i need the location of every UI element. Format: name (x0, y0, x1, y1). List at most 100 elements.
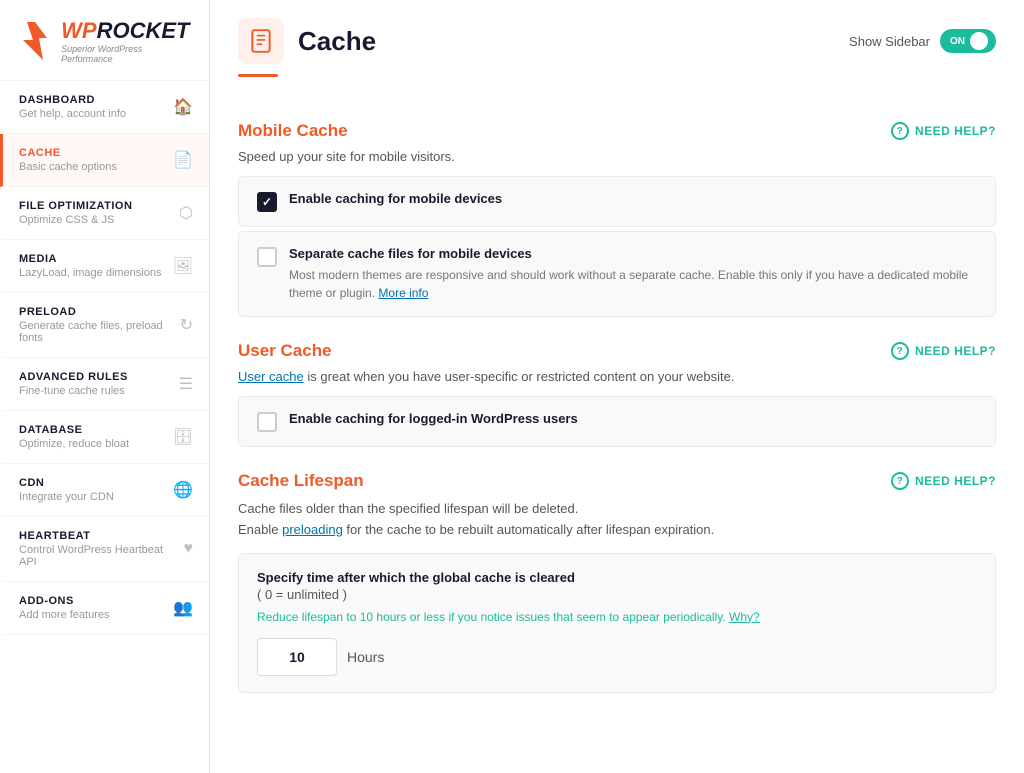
lifespan-box: Specify time after which the global cach… (238, 553, 996, 693)
nav-items: DASHBOARD Get help, account info 🏠 CACHE… (0, 81, 209, 635)
mobile-cache-title: Mobile Cache (238, 121, 348, 141)
mobile-cache-option1-row: ✓ Enable caching for mobile devices (257, 191, 977, 212)
nav-icon-cdn: 🌐 (173, 480, 193, 500)
nav-item-content: CACHE Basic cache options (19, 147, 117, 173)
user-cache-header: User Cache ? NEED HELP? (238, 341, 996, 361)
nav-item-sub: Control WordPress Heartbeat API (19, 544, 176, 568)
nav-item-title: MEDIA (19, 253, 161, 265)
sidebar-item-cache[interactable]: CACHE Basic cache options 📄 (0, 134, 209, 187)
nav-item-sub: Optimize CSS & JS (19, 214, 132, 226)
logged-in-label: Enable caching for logged-in WordPress u… (289, 411, 578, 426)
nav-item-sub: Fine-tune cache rules (19, 385, 128, 397)
logo-tagline: Superior WordPress Performance (61, 44, 193, 64)
lifespan-specify-label: Specify time after which the global cach… (257, 570, 977, 585)
lifespan-desc-line2-prefix: Enable (238, 522, 282, 537)
sidebar-item-add-ons[interactable]: ADD-ONS Add more features 👥 (0, 582, 209, 635)
page-header: Cache Show Sidebar ON (210, 0, 1024, 64)
lifespan-value-input[interactable] (257, 638, 337, 676)
sidebar-item-media[interactable]: MEDIA LazyLoad, image dimensions 🖼 (0, 240, 209, 293)
logo-wp: WP (61, 18, 96, 44)
nav-item-sub: Integrate your CDN (19, 491, 114, 503)
lifespan-unlimited-label: ( 0 = unlimited ) (257, 587, 977, 602)
lifespan-desc-line2-suffix: for the cache to be rebuilt automaticall… (343, 522, 714, 537)
nav-item-sub: Get help, account info (19, 108, 126, 120)
user-cache-link[interactable]: User cache (238, 369, 304, 384)
cache-header-icon (238, 18, 284, 64)
logged-in-checkbox[interactable] (257, 412, 277, 432)
toggle-circle (970, 32, 988, 50)
content-wrap: Cache Show Sidebar ON Mobile Cache ? (210, 0, 1024, 773)
lifespan-desc: Cache files older than the specified lif… (238, 499, 996, 541)
nav-icon-preload: ↻ (180, 315, 193, 335)
cache-lifespan-title: Cache Lifespan (238, 471, 364, 491)
nav-icon-advanced-rules: ☰ (179, 374, 193, 394)
nav-item-title: DASHBOARD (19, 94, 126, 106)
user-help-icon: ? (891, 342, 909, 360)
nav-item-title: DATABASE (19, 424, 129, 436)
sidebar-item-advanced-rules[interactable]: ADVANCED RULES Fine-tune cache rules ☰ (0, 358, 209, 411)
nav-item-title: HEARTBEAT (19, 530, 176, 542)
nav-item-sub: Generate cache files, preload fonts (19, 320, 172, 344)
preloading-link[interactable]: preloading (282, 522, 343, 537)
need-help-label: NEED HELP? (915, 124, 996, 138)
nav-item-title: ADVANCED RULES (19, 371, 128, 383)
nav-item-content: CDN Integrate your CDN (19, 477, 114, 503)
nav-item-sub: LazyLoad, image dimensions (19, 267, 161, 279)
checkmark-icon: ✓ (262, 195, 272, 209)
nav-icon-add-ons: 👥 (173, 598, 193, 618)
user-cache-option1-box: Enable caching for logged-in WordPress u… (238, 396, 996, 447)
nav-item-sub: Add more features (19, 609, 110, 621)
sidebar-item-heartbeat[interactable]: HEARTBEAT Control WordPress Heartbeat AP… (0, 517, 209, 582)
lifespan-unit: Hours (347, 649, 384, 665)
sidebar-item-dashboard[interactable]: DASHBOARD Get help, account info 🏠 (0, 81, 209, 134)
page-title: Cache (298, 26, 376, 57)
nav-item-title: PRELOAD (19, 306, 172, 318)
sidebar-item-cdn[interactable]: CDN Integrate your CDN 🌐 (0, 464, 209, 517)
nav-item-title: CDN (19, 477, 114, 489)
cache-lifespan-header: Cache Lifespan ? NEED HELP? (238, 471, 996, 491)
user-cache-title: User Cache (238, 341, 332, 361)
lifespan-warning: Reduce lifespan to 10 hours or less if y… (257, 610, 977, 624)
mobile-cache-option2-row: Separate cache files for mobile devices … (257, 246, 977, 302)
logo-text: WP ROCKET Superior WordPress Performance (61, 18, 193, 64)
user-help-label: NEED HELP? (915, 344, 996, 358)
lifespan-warning-text: Reduce lifespan to 10 hours or less if y… (257, 610, 726, 624)
nav-item-title: ADD-ONS (19, 595, 110, 607)
separate-cache-checkbox[interactable] (257, 247, 277, 267)
why-link[interactable]: Why? (729, 610, 760, 624)
nav-icon-dashboard: 🏠 (173, 97, 193, 117)
nav-item-content: ADVANCED RULES Fine-tune cache rules (19, 371, 128, 397)
user-cache-desc-suffix: is great when you have user-specific or … (304, 369, 735, 384)
mobile-cache-need-help[interactable]: ? NEED HELP? (891, 122, 996, 140)
sidebar-item-file-optimization[interactable]: FILE OPTIMIZATION Optimize CSS & JS ⬡ (0, 187, 209, 240)
nav-item-sub: Basic cache options (19, 161, 117, 173)
mobile-cache-desc: Speed up your site for mobile visitors. (238, 149, 996, 164)
sidebar-item-database[interactable]: DATABASE Optimize, reduce bloat 🗄 (0, 411, 209, 464)
sidebar-item-preload[interactable]: PRELOAD Generate cache files, preload fo… (0, 293, 209, 358)
mobile-cache-option2-box: Separate cache files for mobile devices … (238, 231, 996, 317)
sidebar: WP ROCKET Superior WordPress Performance… (0, 0, 210, 773)
nav-item-title: FILE OPTIMIZATION (19, 200, 132, 212)
mobile-cache-header: Mobile Cache ? NEED HELP? (238, 121, 996, 141)
lifespan-input-row: Hours (257, 638, 977, 676)
lifespan-help-label: NEED HELP? (915, 474, 996, 488)
toggle-button[interactable]: ON (940, 29, 996, 53)
separate-cache-label: Separate cache files for mobile devices (289, 246, 977, 261)
nav-item-content: MEDIA LazyLoad, image dimensions (19, 253, 161, 279)
sidebar-toggle[interactable]: ON (940, 29, 996, 53)
mobile-device-checkbox[interactable]: ✓ (257, 192, 277, 212)
nav-icon-heartbeat: ♥ (184, 540, 194, 558)
nav-item-sub: Optimize, reduce bloat (19, 438, 129, 450)
nav-item-title: CACHE (19, 147, 117, 159)
user-cache-need-help[interactable]: ? NEED HELP? (891, 342, 996, 360)
nav-item-content: DASHBOARD Get help, account info (19, 94, 126, 120)
separate-cache-content: Separate cache files for mobile devices … (289, 246, 977, 302)
more-info-link[interactable]: More info (378, 286, 428, 300)
nav-item-content: FILE OPTIMIZATION Optimize CSS & JS (19, 200, 132, 226)
nav-icon-database: 🗄 (173, 427, 193, 447)
nav-item-content: ADD-ONS Add more features (19, 595, 110, 621)
nav-icon-media: 🖼 (173, 256, 193, 276)
cache-lifespan-need-help[interactable]: ? NEED HELP? (891, 472, 996, 490)
user-cache-desc: User cache is great when you have user-s… (238, 369, 996, 384)
lifespan-help-icon: ? (891, 472, 909, 490)
